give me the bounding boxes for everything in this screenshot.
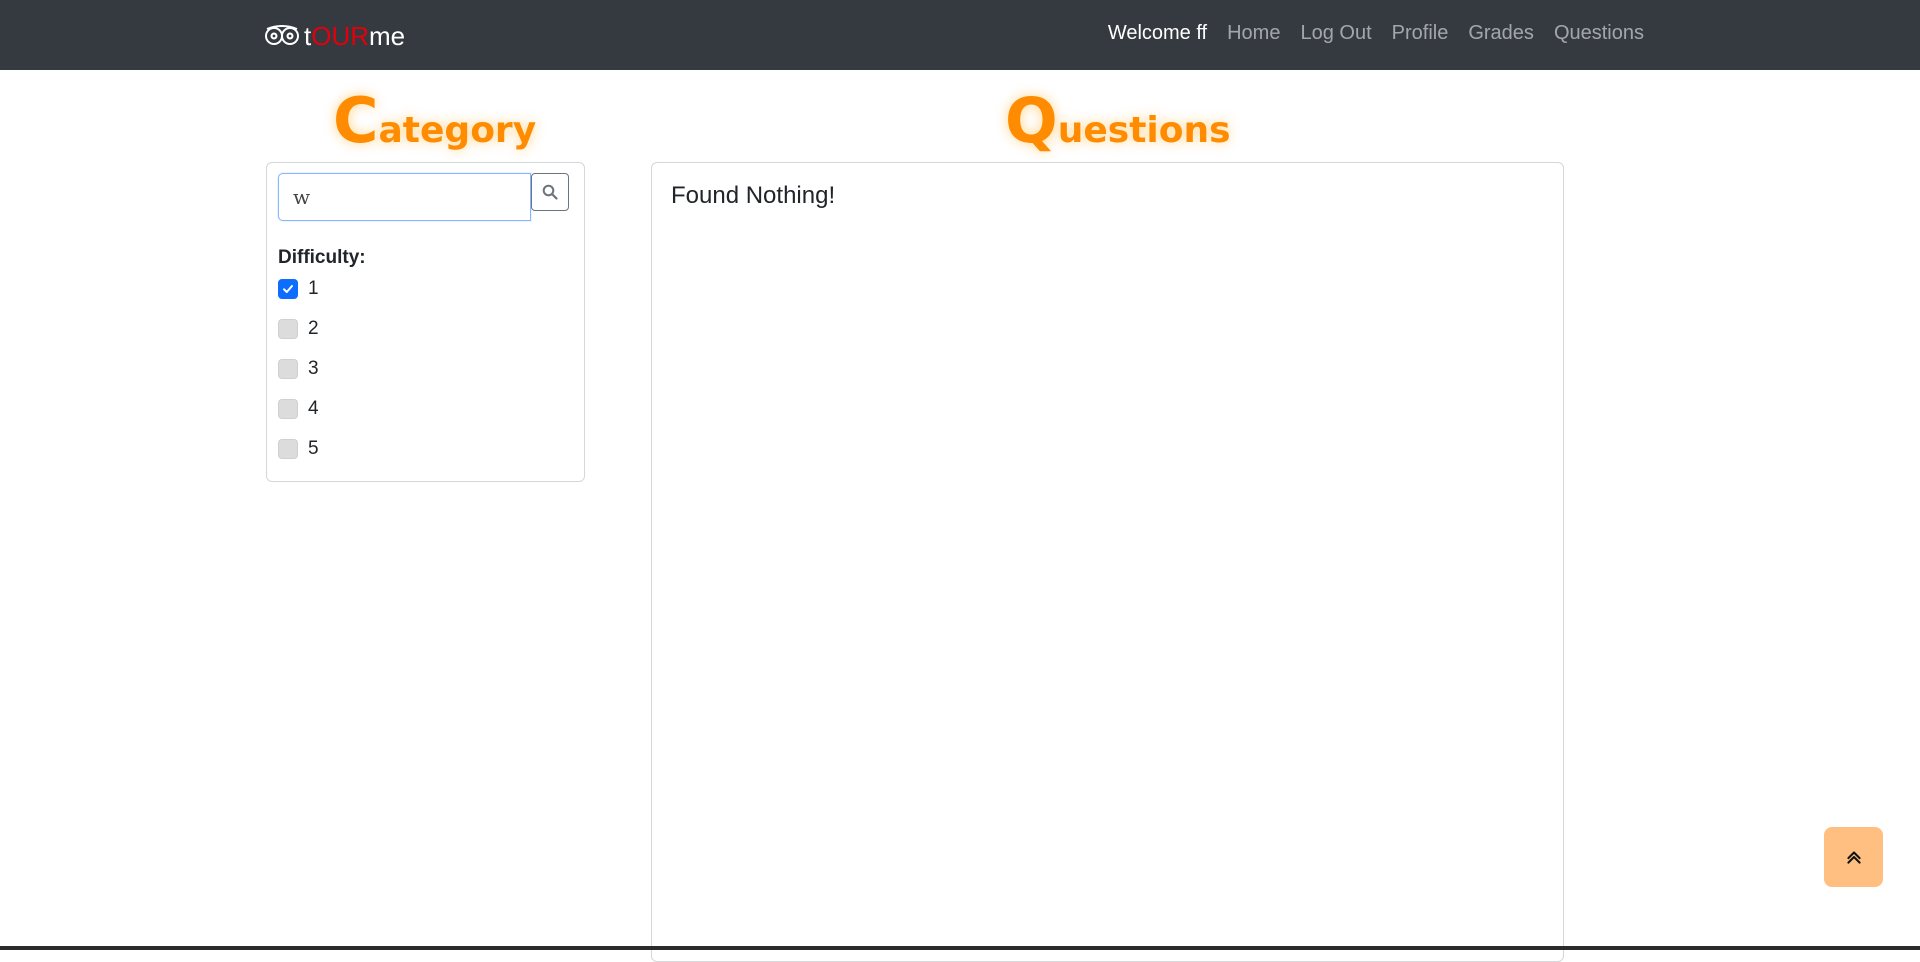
- difficulty-label-3: 3: [308, 358, 319, 379]
- difficulty-label-4: 4: [308, 398, 319, 419]
- difficulty-option: 4: [278, 396, 319, 436]
- difficulty-checkbox-1[interactable]: [278, 279, 298, 299]
- category-search-input[interactable]: [278, 173, 531, 221]
- questions-card: Found Nothing!: [651, 162, 1564, 962]
- difficulty-label: Difficulty:: [278, 247, 366, 268]
- category-heading-initial: C: [333, 84, 379, 157]
- nav-grades-link[interactable]: Grades: [1468, 22, 1534, 45]
- brand-prefix: t: [304, 20, 312, 51]
- brand-suffix: me: [369, 20, 406, 51]
- questions-heading-initial: Q: [1005, 84, 1058, 157]
- owl-eyes-icon: [265, 25, 299, 45]
- difficulty-checkbox-4[interactable]: [278, 399, 298, 419]
- difficulty-option: 1: [278, 276, 319, 316]
- nav-links: Welcome ff Home Log Out Profile Grades Q…: [1108, 22, 1644, 45]
- search-row: [278, 173, 569, 221]
- difficulty-label-1: 1: [308, 278, 319, 299]
- difficulty-checkbox-5[interactable]: [278, 439, 298, 459]
- difficulty-list: 1 2 3 4 5: [278, 276, 319, 476]
- category-heading: Category: [333, 86, 536, 156]
- search-icon: [542, 184, 558, 200]
- difficulty-option: 3: [278, 356, 319, 396]
- difficulty-option: 5: [278, 436, 319, 476]
- brand-link[interactable]: t OUR me: [265, 20, 405, 52]
- category-heading-rest: ategory: [378, 110, 537, 151]
- double-chevron-up-icon: [1846, 851, 1861, 864]
- nav-logout-link[interactable]: Log Out: [1300, 22, 1371, 45]
- scroll-to-top-button[interactable]: [1824, 827, 1883, 887]
- difficulty-checkbox-2[interactable]: [278, 319, 298, 339]
- nav-profile-link[interactable]: Profile: [1392, 22, 1449, 45]
- brand-middle: OUR: [311, 20, 370, 51]
- difficulty-option: 2: [278, 316, 319, 356]
- nav-questions-link[interactable]: Questions: [1554, 22, 1644, 45]
- navbar: t OUR me Welcome ff Home Log Out Profile G…: [0, 0, 1920, 70]
- empty-results-message: Found Nothing!: [671, 182, 836, 209]
- search-button[interactable]: [531, 173, 569, 211]
- window-bottom-edge: [0, 946, 1920, 950]
- checkmark-icon: [283, 285, 293, 293]
- difficulty-label-5: 5: [308, 438, 319, 459]
- category-card: Difficulty: 1 2 3 4 5: [266, 162, 585, 482]
- difficulty-label-2: 2: [308, 318, 319, 339]
- nav-home-link[interactable]: Home: [1227, 22, 1280, 45]
- welcome-text: Welcome ff: [1107, 22, 1208, 44]
- difficulty-checkbox-3[interactable]: [278, 359, 298, 379]
- questions-heading: Questions: [1005, 86, 1231, 156]
- questions-heading-rest: uestions: [1057, 110, 1231, 151]
